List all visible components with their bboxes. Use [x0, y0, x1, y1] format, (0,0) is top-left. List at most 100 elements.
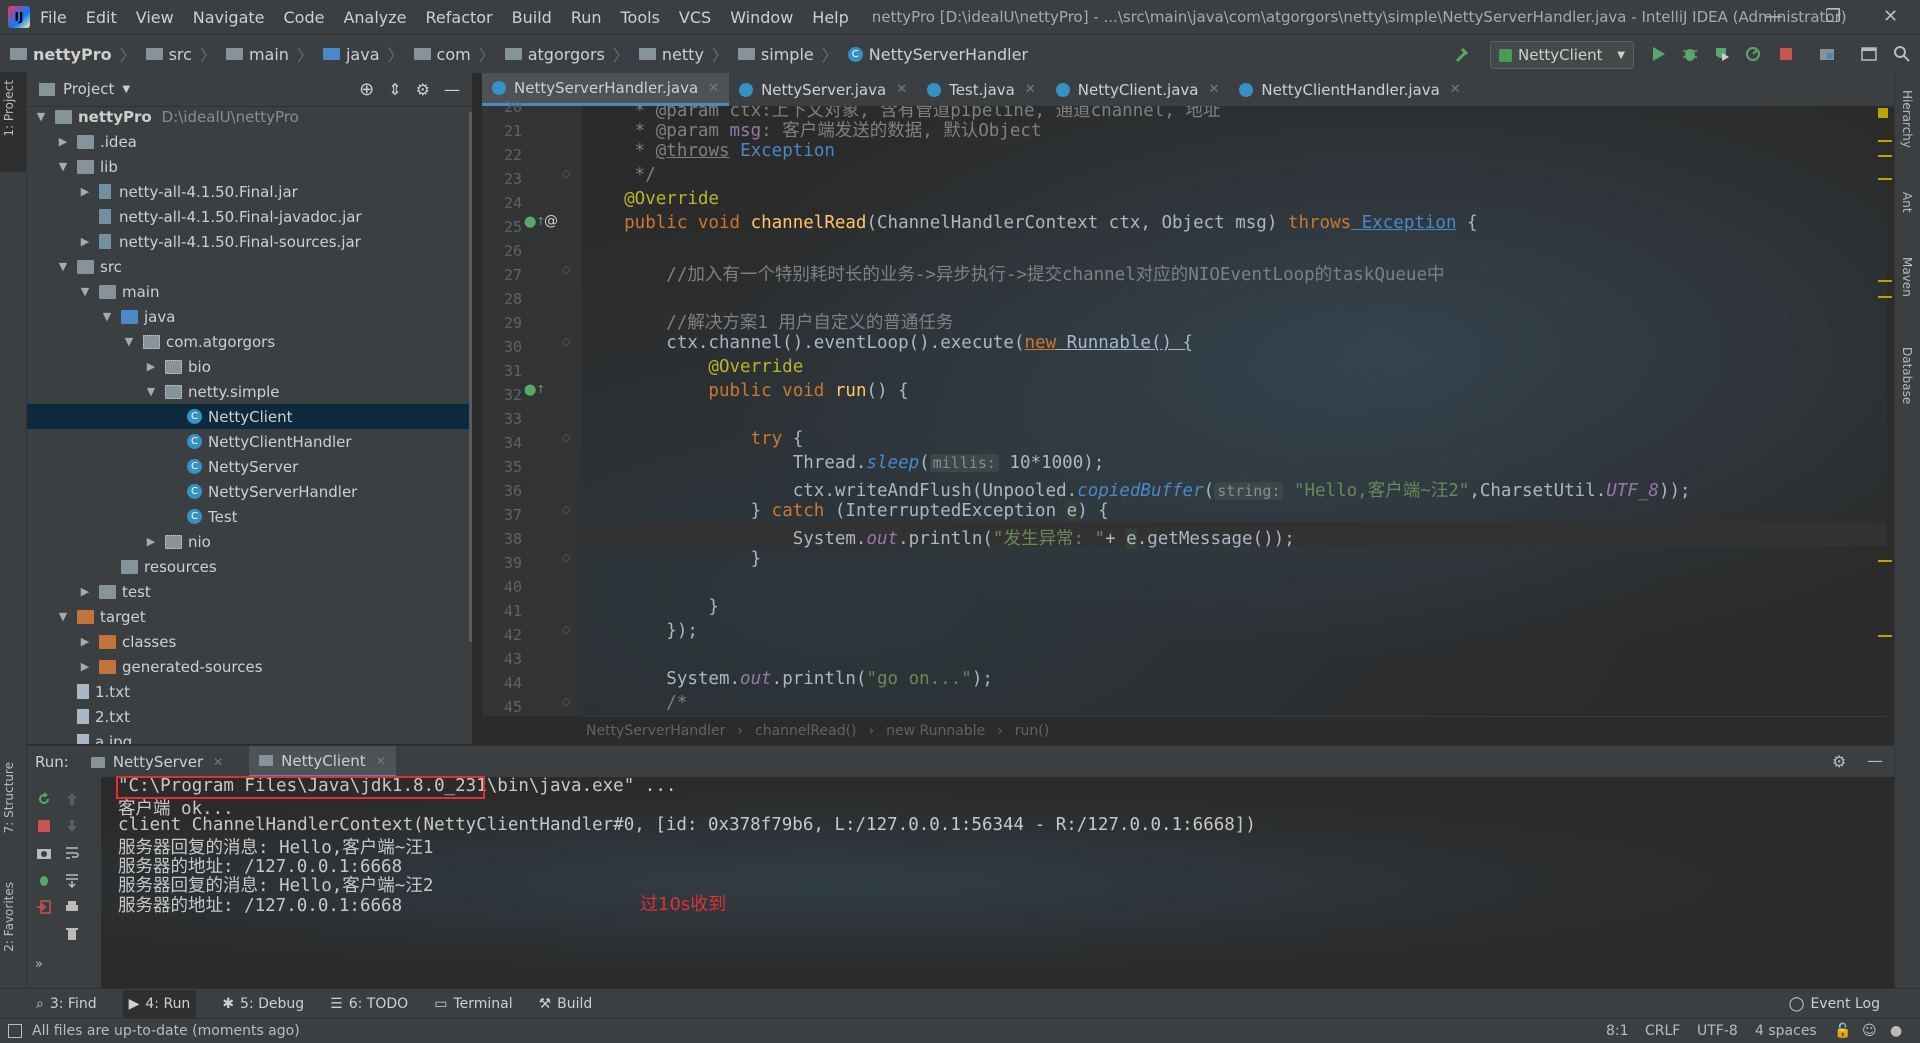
- warning-marker[interactable]: [1878, 280, 1892, 282]
- build-hammer-icon[interactable]: [1453, 45, 1471, 63]
- warning-marker[interactable]: [1878, 635, 1892, 637]
- line-number[interactable]: 21: [482, 122, 522, 140]
- scrollbar-thumb[interactable]: [469, 112, 472, 642]
- run-icon[interactable]: [1649, 45, 1667, 63]
- close-tab-icon[interactable]: ✕: [376, 754, 386, 768]
- close-tab-icon[interactable]: ✕: [1208, 82, 1219, 97]
- run-configuration-select[interactable]: NettyClient ▼: [1490, 41, 1634, 69]
- line-number[interactable]: 36: [482, 482, 522, 500]
- breadcrumb-nettypro[interactable]: nettyPro 〉: [0, 42, 136, 66]
- rerun-icon[interactable]: [36, 791, 52, 807]
- stop-icon[interactable]: [36, 818, 52, 834]
- chevron-right-icon[interactable]: ▶: [79, 660, 91, 673]
- warning-marker[interactable]: [1878, 140, 1892, 142]
- breadcrumb-nettyserverhandler[interactable]: C NettyServerHandler: [838, 45, 1028, 64]
- line-number[interactable]: 32: [482, 386, 522, 404]
- fold-marker-icon[interactable]: ◇: [562, 335, 570, 348]
- menu-build[interactable]: Build: [512, 8, 552, 27]
- line-number[interactable]: 45: [482, 698, 522, 716]
- line-number[interactable]: 26: [482, 242, 522, 260]
- tree-item[interactable]: 2.txt: [27, 704, 472, 729]
- close-tab-icon[interactable]: ✕: [1025, 82, 1036, 97]
- indent-setting[interactable]: 4 spaces: [1755, 1023, 1817, 1039]
- line-number[interactable]: 40: [482, 578, 522, 596]
- line-number[interactable]: 33: [482, 410, 522, 428]
- structure-tool-tab[interactable]: 7: Structure: [2, 762, 16, 833]
- project-tool-tab[interactable]: 1: Project: [2, 80, 16, 137]
- window-layout-icon[interactable]: [1860, 45, 1878, 63]
- tab-nettyserver[interactable]: NettyServer.java ✕: [729, 73, 917, 106]
- chevron-down-icon[interactable]: ▼: [35, 110, 47, 123]
- inspector-icon[interactable]: ☺: [1862, 1023, 1877, 1039]
- breadcrumb-netty[interactable]: netty 〉: [629, 42, 728, 66]
- tab-test[interactable]: Test.java ✕: [917, 73, 1046, 106]
- run-tab-nettyclient[interactable]: NettyClient ✕: [249, 746, 396, 778]
- debug-tool-tab[interactable]: ✱ 5: Debug: [222, 996, 304, 1012]
- database-tool-tab[interactable]: Database: [1900, 347, 1914, 404]
- arrow-up-icon[interactable]: [64, 791, 80, 807]
- close-tab-icon[interactable]: ✕: [708, 81, 719, 96]
- camera-icon[interactable]: [36, 845, 52, 861]
- stop-icon[interactable]: [1777, 45, 1795, 63]
- line-number[interactable]: 42: [482, 626, 522, 644]
- chevron-down-icon[interactable]: ▼: [122, 84, 130, 95]
- terminal-tool-tab[interactable]: ▭ Terminal: [434, 996, 512, 1012]
- chevron-down-icon[interactable]: ▼: [101, 310, 113, 323]
- ant-tool-tab[interactable]: Ant: [1900, 192, 1914, 213]
- print-icon[interactable]: [64, 899, 80, 915]
- menu-window[interactable]: Window: [730, 8, 793, 27]
- restore-icon[interactable]: ❐: [1825, 6, 1841, 27]
- debug-bug-icon[interactable]: [36, 872, 52, 888]
- override-marker-icon[interactable]: ⬤↑: [524, 215, 546, 228]
- toggle-tool-windows-icon[interactable]: [8, 1024, 22, 1038]
- tree-item[interactable]: ▼ src: [27, 254, 472, 279]
- trash-icon[interactable]: [64, 926, 80, 942]
- fold-marker-icon[interactable]: ◇: [562, 263, 570, 276]
- search-everywhere-icon[interactable]: [1893, 45, 1911, 63]
- line-number[interactable]: 29: [482, 314, 522, 332]
- line-number[interactable]: 38: [482, 530, 522, 548]
- tree-item[interactable]: ▼ netty.simple: [27, 379, 472, 404]
- inspection-status-icon[interactable]: [1878, 108, 1888, 118]
- menu-code[interactable]: Code: [284, 8, 325, 27]
- project-structure-icon[interactable]: [1818, 45, 1836, 63]
- chevron-down-icon[interactable]: ▼: [57, 260, 69, 273]
- build-tool-tab[interactable]: ⚒ Build: [539, 996, 593, 1012]
- chevron-right-icon[interactable]: ▶: [79, 185, 91, 198]
- line-number[interactable]: 39: [482, 554, 522, 572]
- file-encoding[interactable]: UTF-8: [1697, 1023, 1738, 1039]
- tree-item[interactable]: C NettyClient: [27, 404, 472, 429]
- implement-marker-icon[interactable]: ⬤↑: [524, 383, 546, 396]
- status-message[interactable]: All files are up-to-date (moments ago): [32, 1023, 300, 1039]
- close-tab-icon[interactable]: ✕: [1450, 82, 1461, 97]
- chevron-right-icon[interactable]: ▶: [79, 585, 91, 598]
- hide-panel-icon[interactable]: —: [444, 80, 460, 99]
- find-tool-tab[interactable]: ⌕ 3: Find: [36, 996, 97, 1012]
- warning-marker[interactable]: [1878, 296, 1892, 298]
- tree-item[interactable]: ▶ bio: [27, 354, 472, 379]
- close-icon[interactable]: ✕: [1883, 6, 1898, 27]
- gear-icon[interactable]: ⚙: [416, 80, 430, 99]
- annotation-marker-icon[interactable]: @: [544, 213, 558, 229]
- fold-marker-icon[interactable]: ◇: [562, 167, 570, 180]
- menu-vcs[interactable]: VCS: [679, 8, 711, 27]
- project-view-selector[interactable]: Project: [63, 80, 114, 98]
- chevron-down-icon[interactable]: ▼: [123, 335, 135, 348]
- line-separator[interactable]: CRLF: [1645, 1023, 1680, 1039]
- chevron-right-icon[interactable]: ▶: [145, 535, 157, 548]
- breadcrumb-com[interactable]: com 〉: [404, 42, 495, 66]
- breadcrumb-main[interactable]: main 〉: [216, 42, 313, 66]
- breadcrumb-java[interactable]: java 〉: [313, 42, 404, 66]
- fold-marker-icon[interactable]: ◇: [562, 695, 570, 708]
- breadcrumb-simple[interactable]: simple 〉: [728, 42, 838, 66]
- tree-item[interactable]: ▶ netty-all-4.1.50.Final-sources.jar: [27, 229, 472, 254]
- tree-item[interactable]: 1.txt: [27, 679, 472, 704]
- line-number[interactable]: 24: [482, 194, 522, 212]
- code-editor[interactable]: * @param ctx:上下文对象, 含有管道pipeline, 通道chan…: [582, 106, 1887, 716]
- breadcrumb-src[interactable]: src 〉: [136, 42, 216, 66]
- tree-item[interactable]: C Test: [27, 504, 472, 529]
- menu-navigate[interactable]: Navigate: [193, 8, 265, 27]
- line-number[interactable]: 37: [482, 506, 522, 524]
- close-tab-icon[interactable]: ✕: [896, 82, 907, 97]
- menu-analyze[interactable]: Analyze: [343, 8, 406, 27]
